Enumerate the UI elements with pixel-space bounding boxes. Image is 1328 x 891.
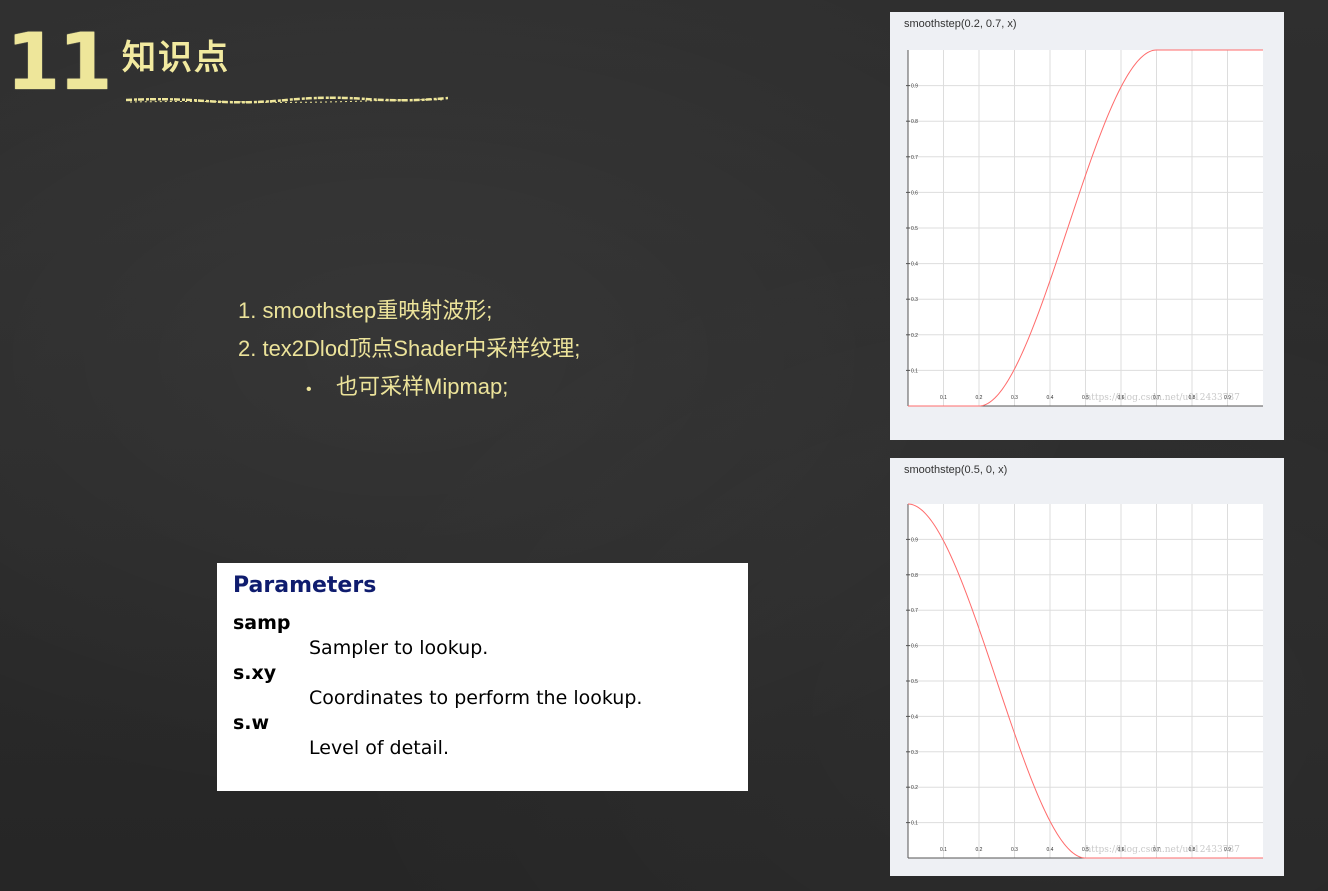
- x-tick-label: 0.5: [1082, 395, 1089, 401]
- x-tick-label: 0.2: [976, 847, 983, 853]
- param-desc: Level of detail.: [309, 737, 449, 759]
- x-tick-label: 0.4: [1047, 395, 1054, 401]
- bullet-subitem-mipmap: • 也可采样Mipmap;: [238, 368, 580, 406]
- param-desc: Coordinates to perform the lookup.: [309, 687, 643, 709]
- x-tick-label: 0.7: [1153, 847, 1160, 853]
- bullet-item-tex2dlod: 2. tex2Dlod顶点Shader中采样纹理;: [238, 336, 581, 361]
- param-name: samp: [233, 612, 291, 634]
- x-tick-label: 0.6: [1118, 395, 1125, 401]
- bullet-marker: •: [306, 381, 312, 398]
- x-tick-label: 0.8: [1189, 395, 1196, 401]
- chart-panel-1: smoothstep(0.2, 0.7, x) https://blog.csd…: [890, 12, 1284, 440]
- x-tick-label: 0.9: [1224, 395, 1231, 401]
- y-tick-label: 0.2: [911, 333, 918, 339]
- chart-svg-1: https://blog.csdn.net/u012433737 0.1 0.2 0.…: [906, 49, 1263, 407]
- y-tick-label: 0.3: [911, 297, 918, 303]
- y-tick-label: 0.5: [911, 679, 918, 685]
- x-tick-label: 0.9: [1224, 847, 1231, 853]
- x-tick-label: 0.5: [1082, 847, 1089, 853]
- y-tick-label: 0.9: [911, 537, 918, 543]
- y-tick-label: 0.6: [911, 644, 918, 650]
- x-tick-label: 0.8: [1189, 847, 1196, 853]
- y-tick-label: 0.8: [911, 119, 918, 125]
- chart-panel-2: smoothstep(0.5, 0, x) https://blog.csdn.…: [890, 458, 1284, 876]
- x-tick-label: 0.6: [1118, 847, 1125, 853]
- x-tick-label: 0.2: [976, 395, 983, 401]
- y-tick-label: 0.4: [911, 262, 918, 268]
- y-tick-label: 0.3: [911, 750, 918, 756]
- y-tick-label: 0.7: [911, 155, 918, 161]
- bullet-list: 1. smoothstep重映射波形; 2. tex2Dlod顶点Shader中…: [238, 292, 580, 406]
- param-name: s.w: [233, 712, 270, 734]
- chart-svg-2: https://blog.csdn.net/u012433737 0.1 0.2 0.…: [906, 503, 1263, 859]
- x-tick-label: 0.3: [1011, 847, 1018, 853]
- param-desc: Sampler to lookup.: [309, 637, 489, 659]
- x-tick-label: 0.3: [1011, 395, 1018, 401]
- y-tick-label: 0.9: [911, 84, 918, 90]
- x-tick-label: 0.1: [940, 395, 947, 401]
- bullet-subitem-text: 也可采样Mipmap;: [336, 374, 509, 399]
- y-tick-label: 0.2: [911, 785, 918, 791]
- param-samp: samp Sampler to lookup.: [233, 612, 732, 662]
- param-sw: s.w Level of detail.: [233, 712, 732, 762]
- watermark-text: https://blog.csdn.net/u012433737: [1086, 393, 1241, 403]
- x-tick-label: 0.1: [940, 847, 947, 853]
- param-name: s.xy: [233, 662, 277, 684]
- bullet-item-smoothstep: 1. smoothstep重映射波形;: [238, 298, 493, 323]
- watermark-text: https://blog.csdn.net/u012433737: [1086, 845, 1241, 855]
- x-tick-label: 0.7: [1153, 395, 1160, 401]
- y-tick-label: 0.7: [911, 608, 918, 614]
- y-tick-label: 0.1: [911, 368, 918, 374]
- section-number: 11: [6, 18, 113, 108]
- y-tick-label: 0.6: [911, 190, 918, 196]
- y-tick-label: 0.1: [911, 821, 918, 827]
- section-title: 知识点: [122, 38, 230, 78]
- chalk-underline: [126, 96, 448, 104]
- x-tick-label: 0.4: [1047, 847, 1054, 853]
- y-tick-label: 0.5: [911, 226, 918, 232]
- y-tick-label: 0.4: [911, 714, 918, 720]
- parameters-heading: Parameters: [233, 573, 377, 598]
- param-sxy: s.xy Coordinates to perform the lookup.: [233, 662, 732, 712]
- y-tick-label: 0.8: [911, 573, 918, 579]
- parameters-box: Parameters samp Sampler to lookup. s.xy …: [217, 563, 748, 791]
